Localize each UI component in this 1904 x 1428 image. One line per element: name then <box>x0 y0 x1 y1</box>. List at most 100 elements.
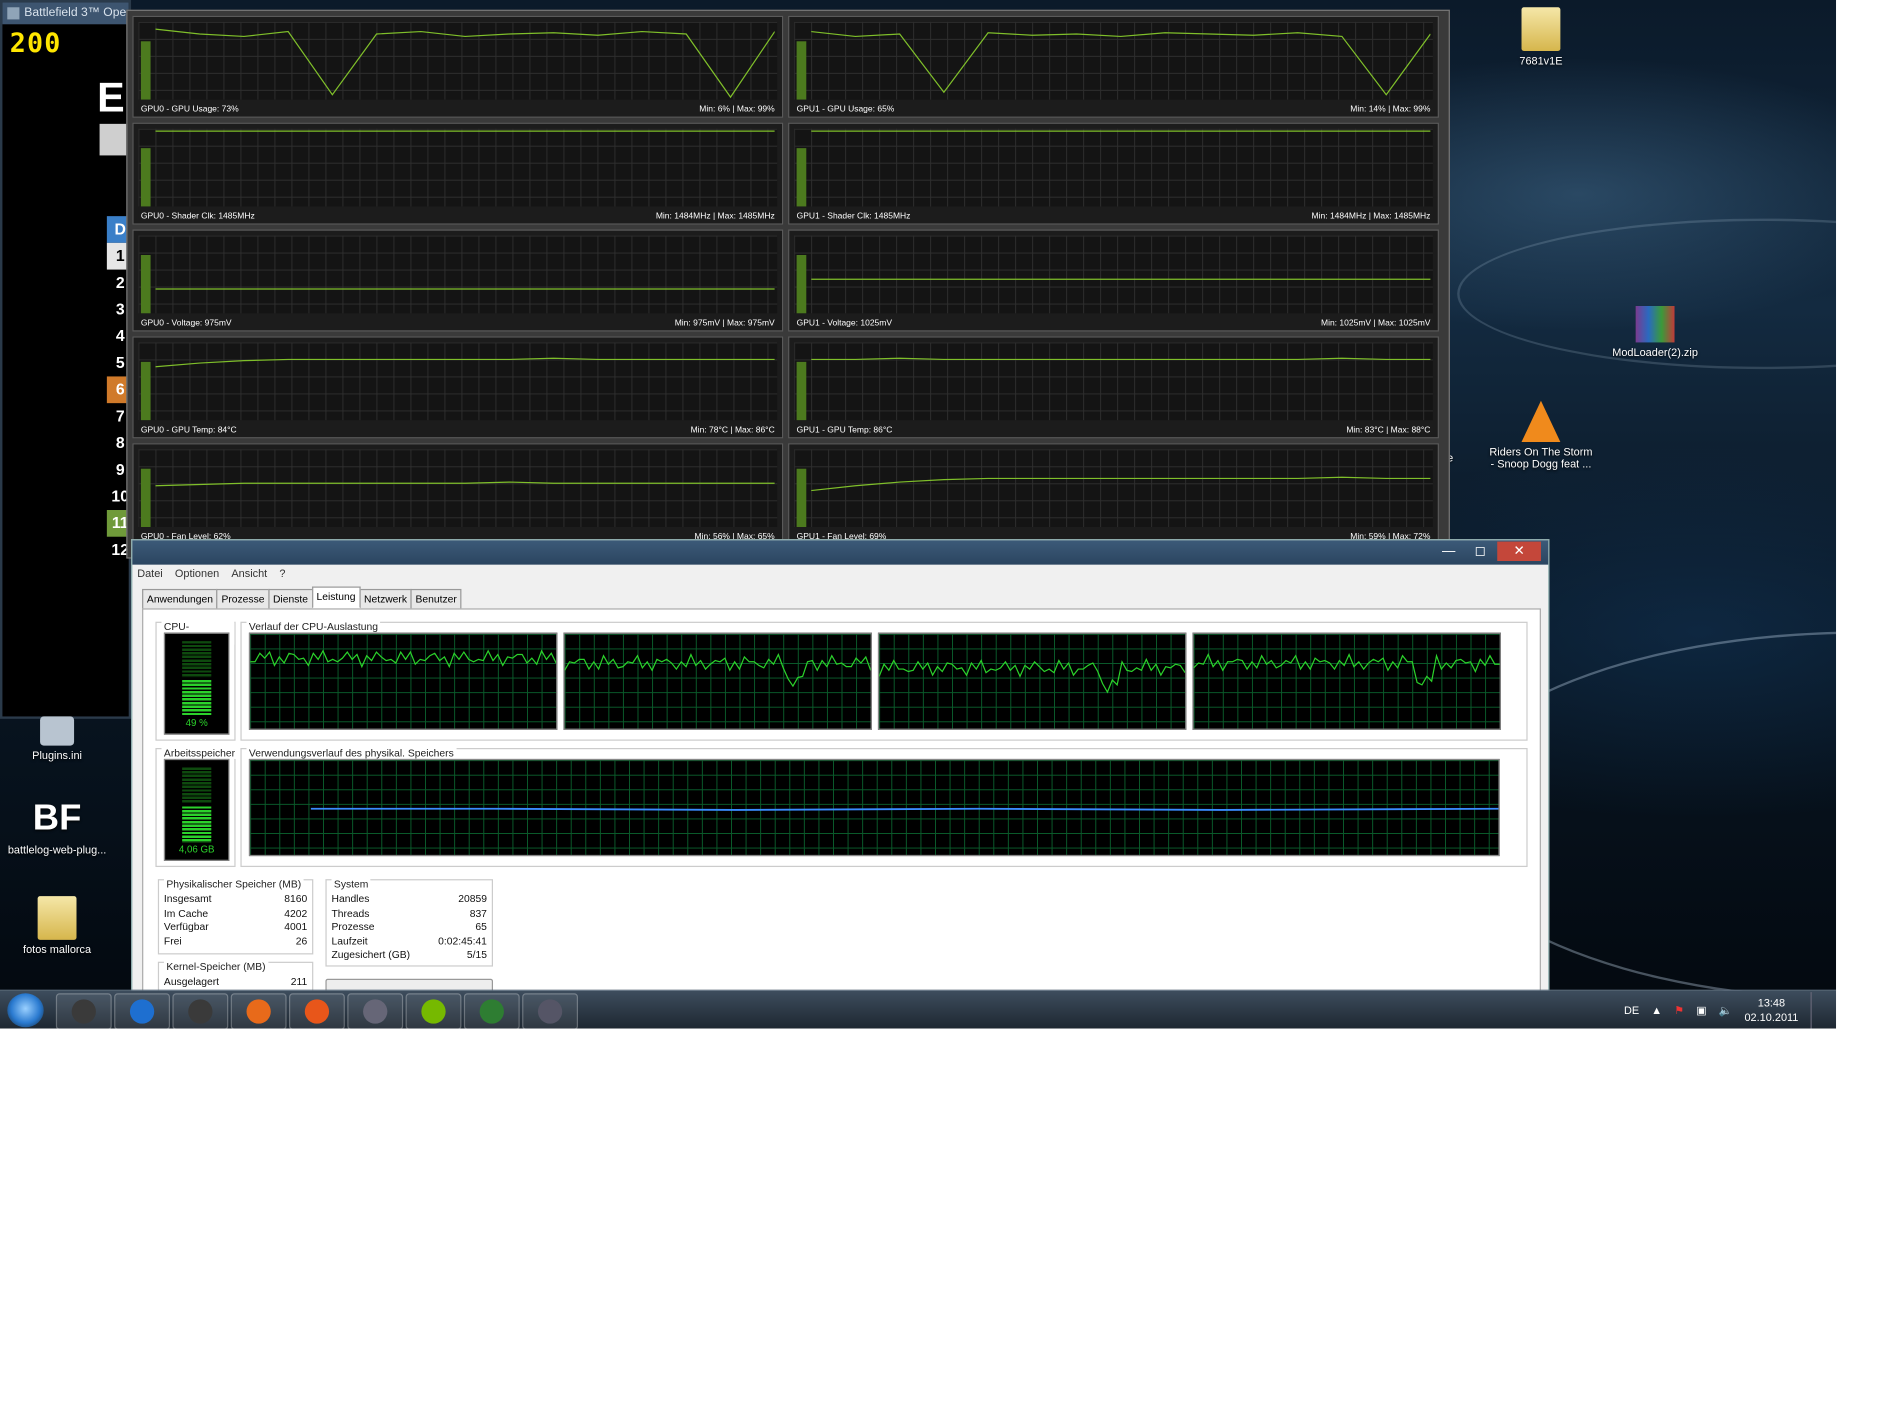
memory-history-group: Verwendungsverlauf des physikal. Speiche… <box>240 746 1528 868</box>
cpu-core-graph <box>1192 632 1501 730</box>
desktop-icon-label: fotos mallorca <box>23 943 92 956</box>
taskbar-button[interactable] <box>289 993 345 1029</box>
physical-memory-title: Physikalischer Speicher (MB) <box>163 877 304 891</box>
taskbar-button[interactable] <box>405 993 462 1029</box>
cpu-meter: 49 % <box>163 632 230 735</box>
desktop-icon-7681v1e[interactable]: 7681v1E <box>1486 7 1595 67</box>
cpu-core-line <box>564 652 872 688</box>
tab-leistung[interactable]: Leistung <box>311 586 361 609</box>
desktop-icon-label: 7681v1E <box>1519 54 1563 67</box>
game-window-title[interactable]: Battlefield 3™ Ope <box>2 2 129 25</box>
game-window[interactable]: Battlefield 3™ Ope 200 E D 1 2 3 4 5 6 7 8 9 10 11 1… <box>0 0 134 719</box>
memory-meter: 4,06 GB <box>163 758 230 861</box>
vlc-icon <box>1521 400 1561 443</box>
gpu-graph-label: GPU0 - Shader Clk: 1485MHz <box>140 212 255 222</box>
desktop-icon-label: ModLoader(2).zip <box>1612 346 1698 359</box>
network-icon[interactable]: ▣ <box>1696 1004 1706 1017</box>
cpu-meter-value: 49 % <box>185 717 208 729</box>
folder-icon <box>1521 7 1561 52</box>
stat-value: 4202 <box>284 906 308 919</box>
taskbar-button[interactable] <box>522 993 579 1029</box>
desktop-icon-plugins[interactable]: Plugins.ini <box>2 716 111 761</box>
desktop: Battlefield 3™ Ope 200 E D 1 2 3 4 5 6 7 8 9 10 11 1… <box>0 0 1837 1029</box>
desktop-icon-modloader[interactable]: ModLoader(2).zip <box>1600 306 1709 358</box>
stat-row: Frei 26 <box>164 934 307 948</box>
stat-label: Insgesamt <box>163 892 212 905</box>
action-center-icon[interactable]: ⚑ <box>1674 1004 1684 1017</box>
gpu-graph-minmax: Min: 14% | Max: 99% <box>1350 105 1431 115</box>
kernel-memory-title: Kernel-Speicher (MB) <box>163 960 269 973</box>
stat-row: Insgesamt 8160 <box>164 893 307 907</box>
taskbar-button[interactable] <box>347 993 404 1029</box>
task-manager-titlebar[interactable]: — ◻ ✕ <box>132 540 1549 565</box>
stat-label: Verfügbar <box>163 920 209 933</box>
kernel-memory-table: Ausgelagert 211 <box>164 975 307 989</box>
gpu-graph-label: GPU1 - Voltage: 1025mV <box>796 319 893 328</box>
system-group: System Handles 20859 Threads 837 Prozesse 65 L… <box>325 877 494 967</box>
memory-history-line <box>310 807 1499 811</box>
app-icon <box>537 999 563 1024</box>
cpu-core-line <box>1193 652 1500 686</box>
menu-datei[interactable]: Datei <box>137 567 163 579</box>
stat-row: Threads 837 <box>332 906 487 920</box>
ie-icon <box>129 999 155 1024</box>
gpu-graph-panel: GPU0 - Shader Clk: 1485MHz Min: 1484MHz |… <box>132 122 784 225</box>
stat-row: Laufzeit 0:02:45:41 <box>332 934 487 948</box>
taskbar-button[interactable] <box>172 993 229 1029</box>
clock[interactable]: 13:48 02.10.2011 <box>1744 996 1798 1025</box>
taskbar-button[interactable] <box>55 993 112 1029</box>
gpu-monitor-window[interactable]: GPU0 - GPU Usage: 73% Min: 6% | Max: 99% G… <box>126 9 1450 559</box>
maximize-button[interactable]: ◻ <box>1466 542 1495 561</box>
gpu-graph-minmax: Min: 78°C | Max: 86°C <box>690 426 775 435</box>
menu-help[interactable]: ? <box>279 567 285 579</box>
menu-ansicht[interactable]: Ansicht <box>231 567 267 579</box>
stat-row: Prozesse 65 <box>332 920 487 934</box>
cpu-meter-fill <box>182 680 212 717</box>
clock-time: 13:48 <box>1757 996 1786 1010</box>
stat-row: Zugesichert (GB) 5/15 <box>332 948 487 962</box>
desktop-icon-battlelog[interactable]: BF battlelog-web-plug... <box>2 797 111 857</box>
taskbar-button[interactable] <box>114 993 171 1029</box>
language-indicator[interactable]: DE <box>1624 1004 1639 1016</box>
gpu-graph-panel: GPU0 - GPU Usage: 73% Min: 6% | Max: 99% <box>132 15 784 118</box>
gpu-graph-panel: GPU1 - Fan Level: 69% Min: 59% | Max: 72% <box>788 443 1439 546</box>
taskbar-button[interactable] <box>230 993 287 1029</box>
stat-value: 65 <box>475 920 487 933</box>
desktop-icon-label: Plugins.ini <box>32 749 82 762</box>
gpu-graph-minmax: Min: 975mV | Max: 975mV <box>674 319 775 328</box>
firefox-icon <box>246 999 271 1024</box>
close-button[interactable]: ✕ <box>1497 541 1541 562</box>
task-manager-window[interactable]: — ◻ ✕ Datei Optionen Ansicht ? Anwendung… <box>131 539 1550 1001</box>
stat-label: Ausgelagert <box>163 975 220 988</box>
stat-value: 0:02:45:41 <box>438 934 487 947</box>
gpu-graph-minmax: Min: 83°C | Max: 88°C <box>1346 426 1431 435</box>
gpu-graph-meter <box>796 148 807 207</box>
game-letter: E <box>97 75 125 122</box>
system-table: Handles 20859 Threads 837 Prozesse 65 Laufzeit… <box>332 893 487 963</box>
memory-group: Arbeitsspeicher 4,06 GB <box>155 746 238 868</box>
gpu-graph-meter <box>796 255 807 314</box>
gpu-graph-meter <box>140 468 151 528</box>
gpu-graph-line <box>811 357 1431 361</box>
system-tray: DE ▲ ⚑ ▣ 🔈 13:48 02.10.2011 <box>1624 991 1824 1029</box>
stat-row: Verfügbar 4001 <box>164 920 307 934</box>
start-button[interactable] <box>7 993 44 1028</box>
menu-optionen[interactable]: Optionen <box>175 567 219 579</box>
desktop-icon-riders[interactable]: Riders On The Storm - Snoop Dogg feat ..… <box>1486 400 1595 470</box>
gpu-graph-minmax: Min: 1484MHz | Max: 1485MHz <box>655 212 775 222</box>
desktop-icon-label: battlelog-web-plug... <box>7 843 107 857</box>
show-desktop-button[interactable] <box>1810 992 1824 1029</box>
volume-icon[interactable]: 🔈 <box>1719 1004 1733 1017</box>
gpu-graph-label: GPU1 - GPU Usage: 65% <box>796 105 895 115</box>
show-hidden-icons-icon[interactable]: ▲ <box>1651 1004 1662 1016</box>
settings-file-icon <box>40 716 75 746</box>
gpu-graph-line <box>811 130 1431 132</box>
origin-icon <box>304 999 330 1024</box>
taskbar-button[interactable] <box>463 993 520 1029</box>
stat-label: Laufzeit <box>331 934 368 947</box>
desktop-icon-fotos[interactable]: fotos mallorca <box>2 896 111 956</box>
stat-value: 837 <box>469 906 487 919</box>
stat-label: Im Cache <box>163 906 209 919</box>
memory-history-graph <box>248 758 1500 857</box>
minimize-button[interactable]: — <box>1434 542 1463 561</box>
